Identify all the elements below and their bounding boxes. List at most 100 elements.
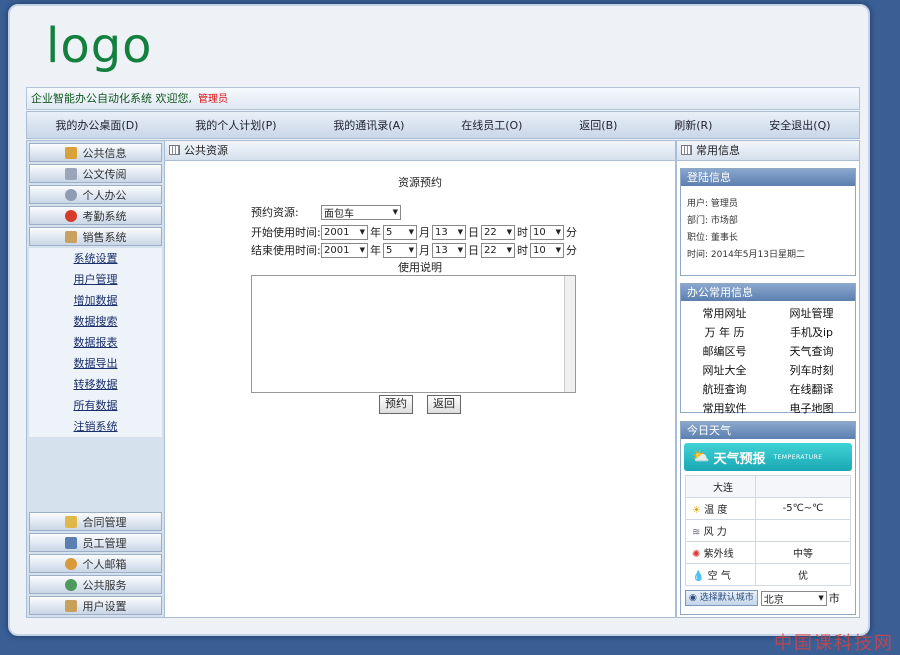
menu-back[interactable]: 返回(B) [579, 117, 617, 133]
cloud-sun-icon: ⛅ [692, 449, 710, 465]
temp-value: -5℃~℃ [755, 497, 851, 520]
common-info-title: 办公常用信息 [681, 284, 855, 301]
air-value: 优 [755, 563, 851, 586]
login-post: 职位: 董事长 [687, 233, 738, 243]
link-data-report[interactable]: 数据报表 [29, 332, 162, 353]
end-month-select[interactable]: 5 ▼ [383, 242, 417, 258]
end-year-select[interactable]: 2001 ▼ [321, 242, 368, 258]
watermark: 中国课科技网 [774, 633, 894, 654]
login-time: 时间: 2014年5月13日星期二 [687, 250, 805, 260]
temp-label: 温 度 [704, 505, 728, 516]
common-links: 常用网址 网址管理 万 年 历 手机及ip 邮编区号 天气查询 网址大全 列车时… [681, 301, 855, 420]
weather-banner: ⛅ 天气预报 TEMPERATURE [684, 443, 852, 471]
choose-city-button[interactable]: ◉ 选择默认城市 [685, 590, 758, 606]
unit-minute: 分 [566, 244, 577, 257]
menu-online-staff[interactable]: 在线员工(O) [461, 117, 522, 133]
menu-refresh[interactable]: 刷新(R) [674, 117, 712, 133]
start-hour-select[interactable]: 22 ▼ [481, 224, 515, 240]
droplet-icon: 💧 [692, 571, 705, 582]
link-weather-query[interactable]: 天气查询 [768, 343, 855, 359]
end-label: 结束使用时间: [251, 244, 321, 257]
dropdown-arrow-icon: ▼ [506, 228, 512, 236]
start-month-select[interactable]: 5 ▼ [383, 224, 417, 240]
textarea-scrollbar[interactable] [564, 276, 575, 392]
system-name: 企业智能办公自动化系统 欢迎您, [31, 92, 192, 105]
weather-city: 大连 [685, 475, 756, 498]
document-icon [64, 167, 77, 180]
menu-logout[interactable]: 安全退出(Q) [769, 117, 830, 133]
link-common-urls[interactable]: 常用网址 [681, 305, 768, 321]
weather-table: 大连 ☀ 温 度 -5℃~℃ ≋ 风 力 ✺ 紫外线 中等 💧 空 气 优 [685, 475, 851, 586]
top-menu: 我的办公桌面(D) 我的个人计划(P) 我的通讯录(A) 在线员工(O) 返回(… [26, 111, 860, 139]
uv-value: 中等 [755, 541, 851, 564]
nav-public-info[interactable]: 公共信息 [29, 143, 162, 162]
dropdown-arrow-icon: ▼ [359, 228, 365, 236]
link-train-schedule[interactable]: 列车时刻 [768, 362, 855, 378]
end-minute-select[interactable]: 10 ▼ [530, 242, 564, 258]
link-phone-ip[interactable]: 手机及ip [768, 324, 855, 340]
start-minute-select[interactable]: 10 ▼ [530, 224, 564, 240]
link-user-management[interactable]: 用户管理 [29, 269, 162, 290]
link-translate[interactable]: 在线翻译 [768, 381, 855, 397]
unit-hour: 时 [517, 244, 528, 257]
link-zip-code[interactable]: 邮编区号 [681, 343, 768, 359]
start-day-select[interactable]: 13 ▼ [432, 224, 466, 240]
end-hour-select[interactable]: 22 ▼ [481, 242, 515, 258]
link-map[interactable]: 电子地图 [768, 400, 855, 416]
back-button[interactable]: 返回 [427, 395, 461, 414]
login-info-title: 登陆信息 [681, 169, 855, 186]
nav-mailbox[interactable]: 个人邮箱 [29, 554, 162, 573]
folder-icon [64, 146, 77, 159]
nav-attendance[interactable]: 考勤系统 [29, 206, 162, 225]
login-info-box: 登陆信息 用户: 管理员 部门: 市场部 职位: 董事长 时间: 2014年5月… [680, 168, 856, 276]
link-logout-system[interactable]: 注销系统 [29, 416, 162, 437]
end-time-row: 结束使用时间: 2001 ▼ 年 5 ▼ 月 13 ▼ 日 22 ▼ 时 10 ▼ 分 [251, 241, 579, 259]
sun-icon: ☀ [692, 505, 701, 516]
nav-public-service[interactable]: 公共服务 [29, 575, 162, 594]
uv-icon: ✺ [692, 549, 701, 560]
description-textarea[interactable] [251, 275, 576, 393]
staff-icon [64, 536, 77, 549]
nav-personal-office[interactable]: 个人办公 [29, 185, 162, 204]
main-panel: 公共资源 资源预约 预约资源: 面包车 ▼ 开始使用时间: 2001 ▼ 年 5 ▼ 月 … [164, 140, 676, 618]
unit-hour: 时 [517, 226, 528, 239]
link-system-settings[interactable]: 系统设置 [29, 248, 162, 269]
resource-select[interactable]: 面包车 ▼ [321, 204, 401, 220]
link-export-data[interactable]: 数据导出 [29, 353, 162, 374]
wind-label: 风 力 [703, 527, 727, 538]
link-add-data[interactable]: 增加数据 [29, 290, 162, 311]
link-url-manage[interactable]: 网址管理 [768, 305, 855, 321]
nav-document-circulation[interactable]: 公文传阅 [29, 164, 162, 183]
start-year-select[interactable]: 2001 ▼ [321, 224, 368, 240]
mail-icon [64, 557, 77, 570]
link-flight-query[interactable]: 航班查询 [681, 381, 768, 397]
nav-sales[interactable]: 销售系统 [29, 227, 162, 246]
welcome-bar: 企业智能办公自动化系统 欢迎您, 管理员 [26, 87, 860, 110]
uv-label: 紫外线 [703, 549, 734, 560]
nav-contracts[interactable]: 合同管理 [29, 512, 162, 531]
link-all-data[interactable]: 所有数据 [29, 395, 162, 416]
form-title: 资源预约 [398, 176, 442, 189]
link-transfer-data[interactable]: 转移数据 [29, 374, 162, 395]
link-search-data[interactable]: 数据搜索 [29, 311, 162, 332]
menu-desktop[interactable]: 我的办公桌面(D) [55, 117, 138, 133]
link-url-directory[interactable]: 网址大全 [681, 362, 768, 378]
nav-user-settings[interactable]: 用户设置 [29, 596, 162, 615]
main-panel-header: 公共资源 [165, 141, 675, 161]
reserve-button[interactable]: 预约 [379, 395, 413, 414]
nav-staff[interactable]: 员工管理 [29, 533, 162, 552]
city-suffix: 市 [828, 592, 840, 605]
logo: logo [46, 18, 153, 74]
link-calendar[interactable]: 万 年 历 [681, 324, 768, 340]
description-label: 使用说明 [398, 261, 442, 274]
info-panel: 常用信息 登陆信息 用户: 管理员 部门: 市场部 职位: 董事长 时间: 20… [676, 140, 860, 618]
link-software[interactable]: 常用软件 [681, 400, 768, 416]
grid-icon [681, 145, 692, 155]
common-info-box: 办公常用信息 常用网址 网址管理 万 年 历 手机及ip 邮编区号 天气查询 网… [680, 283, 856, 415]
menu-plan[interactable]: 我的个人计划(P) [195, 117, 276, 133]
end-day-select[interactable]: 13 ▼ [432, 242, 466, 258]
unit-year: 年 [370, 244, 381, 257]
dropdown-arrow-icon: ▼ [408, 228, 414, 236]
city-select[interactable]: 北京 ▼ [760, 590, 827, 606]
menu-contacts[interactable]: 我的通讯录(A) [333, 117, 404, 133]
